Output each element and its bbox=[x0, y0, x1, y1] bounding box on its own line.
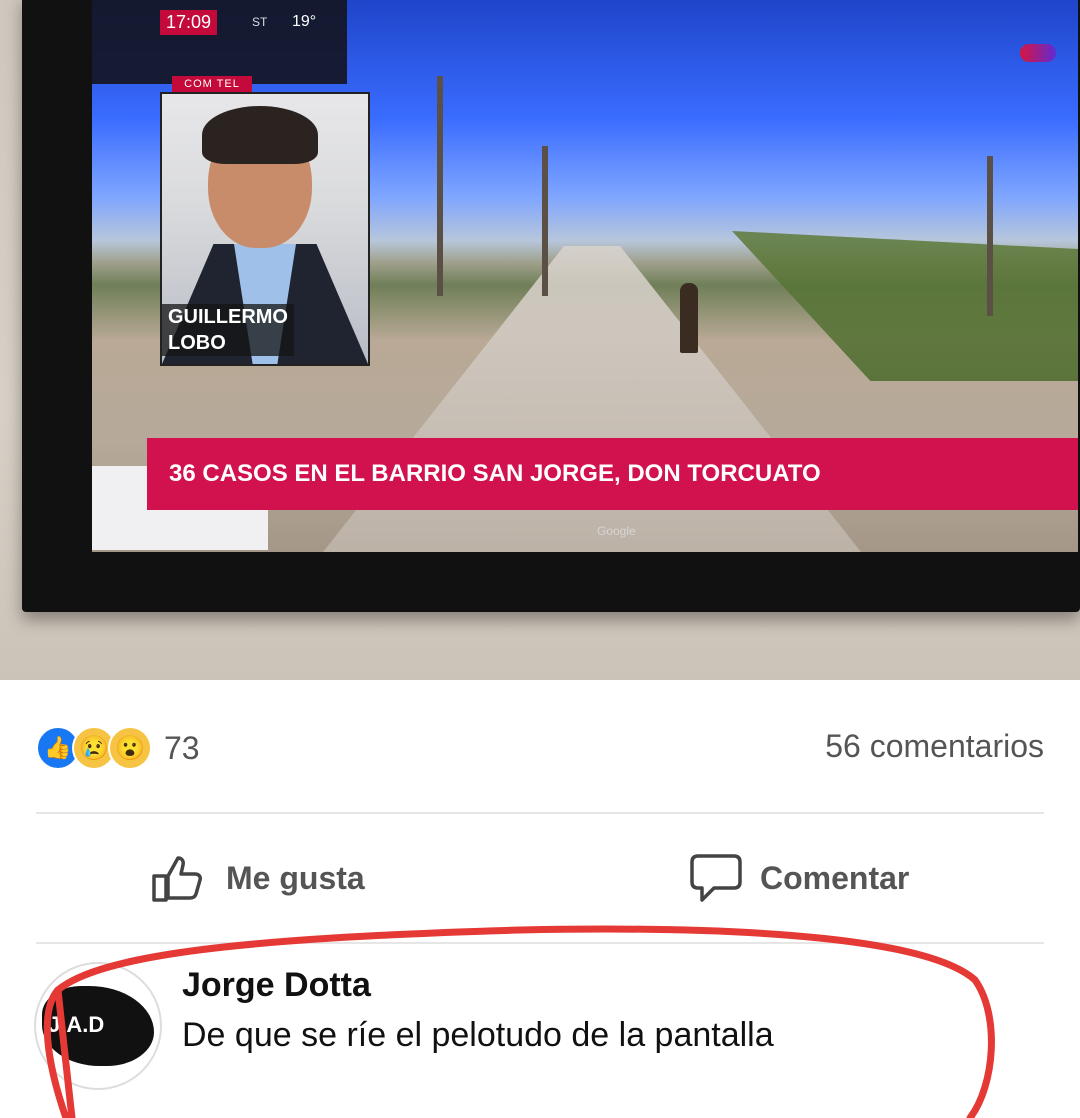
red-circle-annotation bbox=[43, 925, 995, 1118]
